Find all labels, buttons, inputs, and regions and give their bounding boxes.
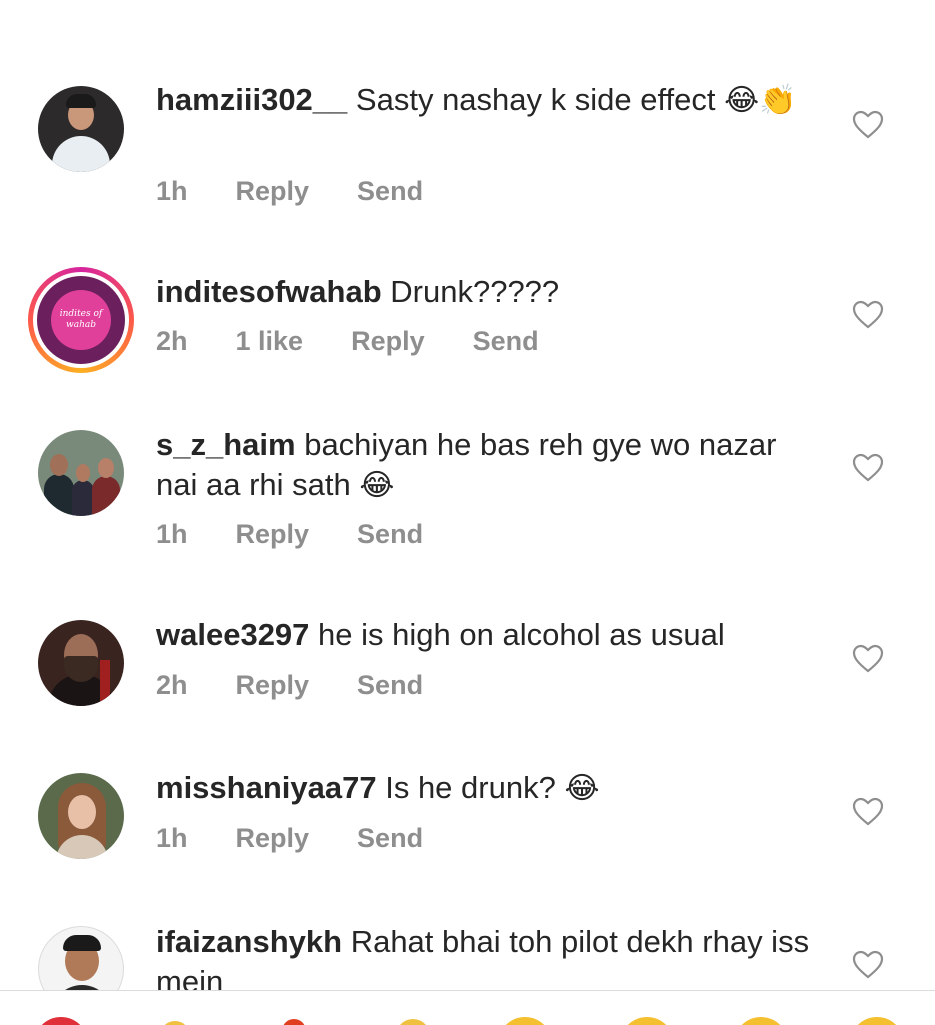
avatar[interactable]: indites of wahab bbox=[28, 267, 134, 373]
avatar[interactable] bbox=[38, 430, 124, 516]
comment-time: 1h bbox=[156, 519, 188, 549]
comment-username[interactable]: hamziii302__ bbox=[156, 82, 347, 117]
comment-time: 1h bbox=[156, 823, 188, 853]
avatar[interactable] bbox=[38, 926, 124, 990]
comment-username[interactable]: s_z_haim bbox=[156, 427, 296, 462]
reply-button[interactable]: Reply bbox=[236, 176, 310, 207]
avatar[interactable] bbox=[38, 773, 124, 859]
reply-button[interactable]: Reply bbox=[236, 670, 310, 701]
comment-username[interactable]: inditesofwahab bbox=[156, 274, 382, 309]
comment-username[interactable]: ifaizanshykh bbox=[156, 924, 342, 959]
heart-outline-icon[interactable] bbox=[852, 797, 884, 827]
send-button[interactable]: Send bbox=[357, 176, 423, 207]
comment-username[interactable]: misshaniyaa77 bbox=[156, 770, 377, 805]
comment-emoji: 😂 bbox=[359, 468, 395, 503]
reply-button[interactable]: Reply bbox=[351, 326, 425, 357]
comment-list: hamziii302__ Sasty nashay k side effect … bbox=[0, 0, 935, 990]
like-count[interactable]: 1 like bbox=[236, 326, 304, 357]
heart-outline-icon[interactable] bbox=[852, 950, 884, 980]
send-button[interactable]: Send bbox=[357, 670, 423, 701]
comment-emoji: 😂 bbox=[564, 771, 600, 806]
avatar[interactable] bbox=[38, 86, 124, 172]
comment-time: 1h bbox=[156, 176, 188, 206]
clap-icon[interactable] bbox=[396, 1019, 430, 1025]
story-ring: indites of wahab bbox=[28, 267, 134, 373]
avatar[interactable] bbox=[38, 620, 124, 706]
comment-text: he is high on alcohol as usual bbox=[318, 617, 725, 652]
send-button[interactable]: Send bbox=[357, 519, 423, 550]
comment-text: Is he drunk? bbox=[385, 770, 556, 805]
heart-outline-icon[interactable] bbox=[852, 644, 884, 674]
send-button[interactable]: Send bbox=[357, 823, 423, 854]
comment-time: 2h bbox=[156, 326, 188, 356]
heart-outline-icon[interactable] bbox=[852, 453, 884, 483]
comment-emoji: 😂👏 bbox=[724, 83, 797, 118]
heart-outline-icon[interactable] bbox=[852, 110, 884, 140]
quick-reaction-bar bbox=[0, 990, 935, 1025]
reply-button[interactable]: Reply bbox=[236, 823, 310, 854]
avatar-logo-text: indites of wahab bbox=[59, 309, 103, 330]
reply-button[interactable]: Reply bbox=[236, 519, 310, 550]
raising-hands-icon[interactable] bbox=[160, 1021, 190, 1025]
heart-outline-icon[interactable] bbox=[852, 300, 884, 330]
fire-icon[interactable] bbox=[282, 1019, 306, 1025]
comment-text: Sasty nashay k side effect bbox=[355, 82, 716, 117]
comment-text: Drunk????? bbox=[390, 274, 560, 309]
comment-time: 2h bbox=[156, 670, 188, 700]
comment-username[interactable]: walee3297 bbox=[156, 617, 309, 652]
send-button[interactable]: Send bbox=[473, 326, 539, 357]
